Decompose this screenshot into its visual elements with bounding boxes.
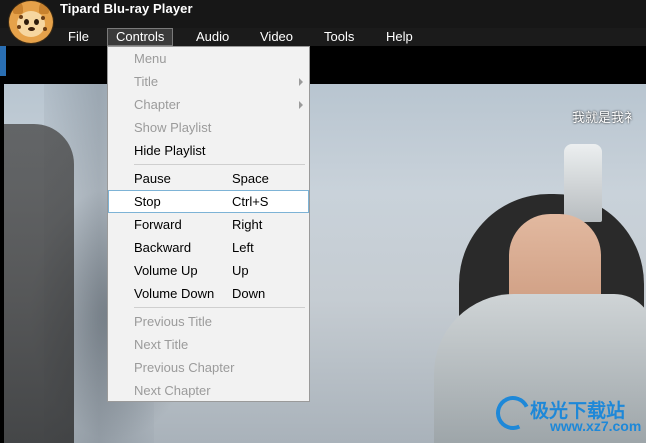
menu-item-forward[interactable]: Forward Right xyxy=(108,213,309,236)
menu-item-label: Next Chapter xyxy=(134,383,211,398)
menu-item-previous-chapter[interactable]: Previous Chapter xyxy=(108,356,309,379)
menu-item-label: Chapter xyxy=(134,97,181,112)
menu-item-label: Previous Chapter xyxy=(134,360,235,375)
menu-item-menu[interactable]: Menu xyxy=(108,47,309,70)
watermark-logo-icon xyxy=(491,391,535,435)
menu-item-volume-up[interactable]: Volume Up Up xyxy=(108,259,309,282)
menu-tools[interactable]: Tools xyxy=(316,28,362,46)
menu-bar: File Controls Audio Video Tools Help xyxy=(0,28,646,46)
side-strip xyxy=(0,46,6,76)
menu-item-label: Title xyxy=(134,74,159,89)
menu-item-hide-playlist[interactable]: Hide Playlist xyxy=(108,139,309,162)
menu-item-shortcut: Right xyxy=(232,217,263,232)
menu-video[interactable]: Video xyxy=(252,28,301,46)
menu-separator xyxy=(134,307,305,308)
menu-item-label: Show Playlist xyxy=(134,120,212,135)
submenu-arrow-icon xyxy=(299,78,303,86)
menu-file[interactable]: File xyxy=(60,28,97,46)
app-title: Tipard Blu-ray Player xyxy=(60,1,193,16)
menu-item-label: Pause xyxy=(134,171,171,186)
menu-item-label: Next Title xyxy=(134,337,189,352)
menu-item-shortcut: Ctrl+S xyxy=(232,194,269,209)
menu-item-next-chapter[interactable]: Next Chapter xyxy=(108,379,309,402)
video-subtitle: 我就是我衤 xyxy=(572,111,638,126)
menu-item-label: Volume Down xyxy=(134,286,215,301)
watermark: 极光下载站 www.xz7.com xyxy=(490,386,645,443)
menu-audio[interactable]: Audio xyxy=(188,28,237,46)
menu-item-chapter[interactable]: Chapter xyxy=(108,93,309,116)
menu-help[interactable]: Help xyxy=(378,28,421,46)
menu-item-label: Menu xyxy=(134,51,167,66)
menu-separator xyxy=(134,164,305,165)
menu-item-label: Volume Up xyxy=(134,263,198,278)
menu-controls[interactable]: Controls xyxy=(107,28,174,46)
menu-item-shortcut: Down xyxy=(232,286,266,301)
menu-item-title[interactable]: Title xyxy=(108,70,309,93)
menu-item-stop[interactable]: Stop Ctrl+S xyxy=(108,190,309,213)
menu-item-pause[interactable]: Pause Space xyxy=(108,167,309,190)
menu-item-show-playlist[interactable]: Show Playlist xyxy=(108,116,309,139)
menu-item-label: Previous Title xyxy=(134,314,213,329)
title-bar: Tipard Blu-ray Player xyxy=(0,0,646,43)
menu-item-next-title[interactable]: Next Title xyxy=(108,333,309,356)
menu-item-shortcut: Up xyxy=(232,263,249,278)
menu-item-shortcut: Left xyxy=(232,240,254,255)
menu-item-label: Stop xyxy=(134,194,161,209)
menu-item-volume-down[interactable]: Volume Down Down xyxy=(108,282,309,305)
menu-item-backward[interactable]: Backward Left xyxy=(108,236,309,259)
watermark-url: www.xz7.com xyxy=(550,418,642,434)
submenu-arrow-icon xyxy=(299,101,303,109)
controls-dropdown-menu: Menu Title Chapter Show Playlist Hide Pl… xyxy=(107,46,310,402)
menu-item-label: Hide Playlist xyxy=(134,143,206,158)
menu-item-previous-title[interactable]: Previous Title xyxy=(108,310,309,333)
menu-item-shortcut: Space xyxy=(232,171,269,186)
menu-item-label: Backward xyxy=(134,240,192,255)
menu-item-label: Forward xyxy=(134,217,182,232)
app-logo-icon xyxy=(9,1,53,43)
